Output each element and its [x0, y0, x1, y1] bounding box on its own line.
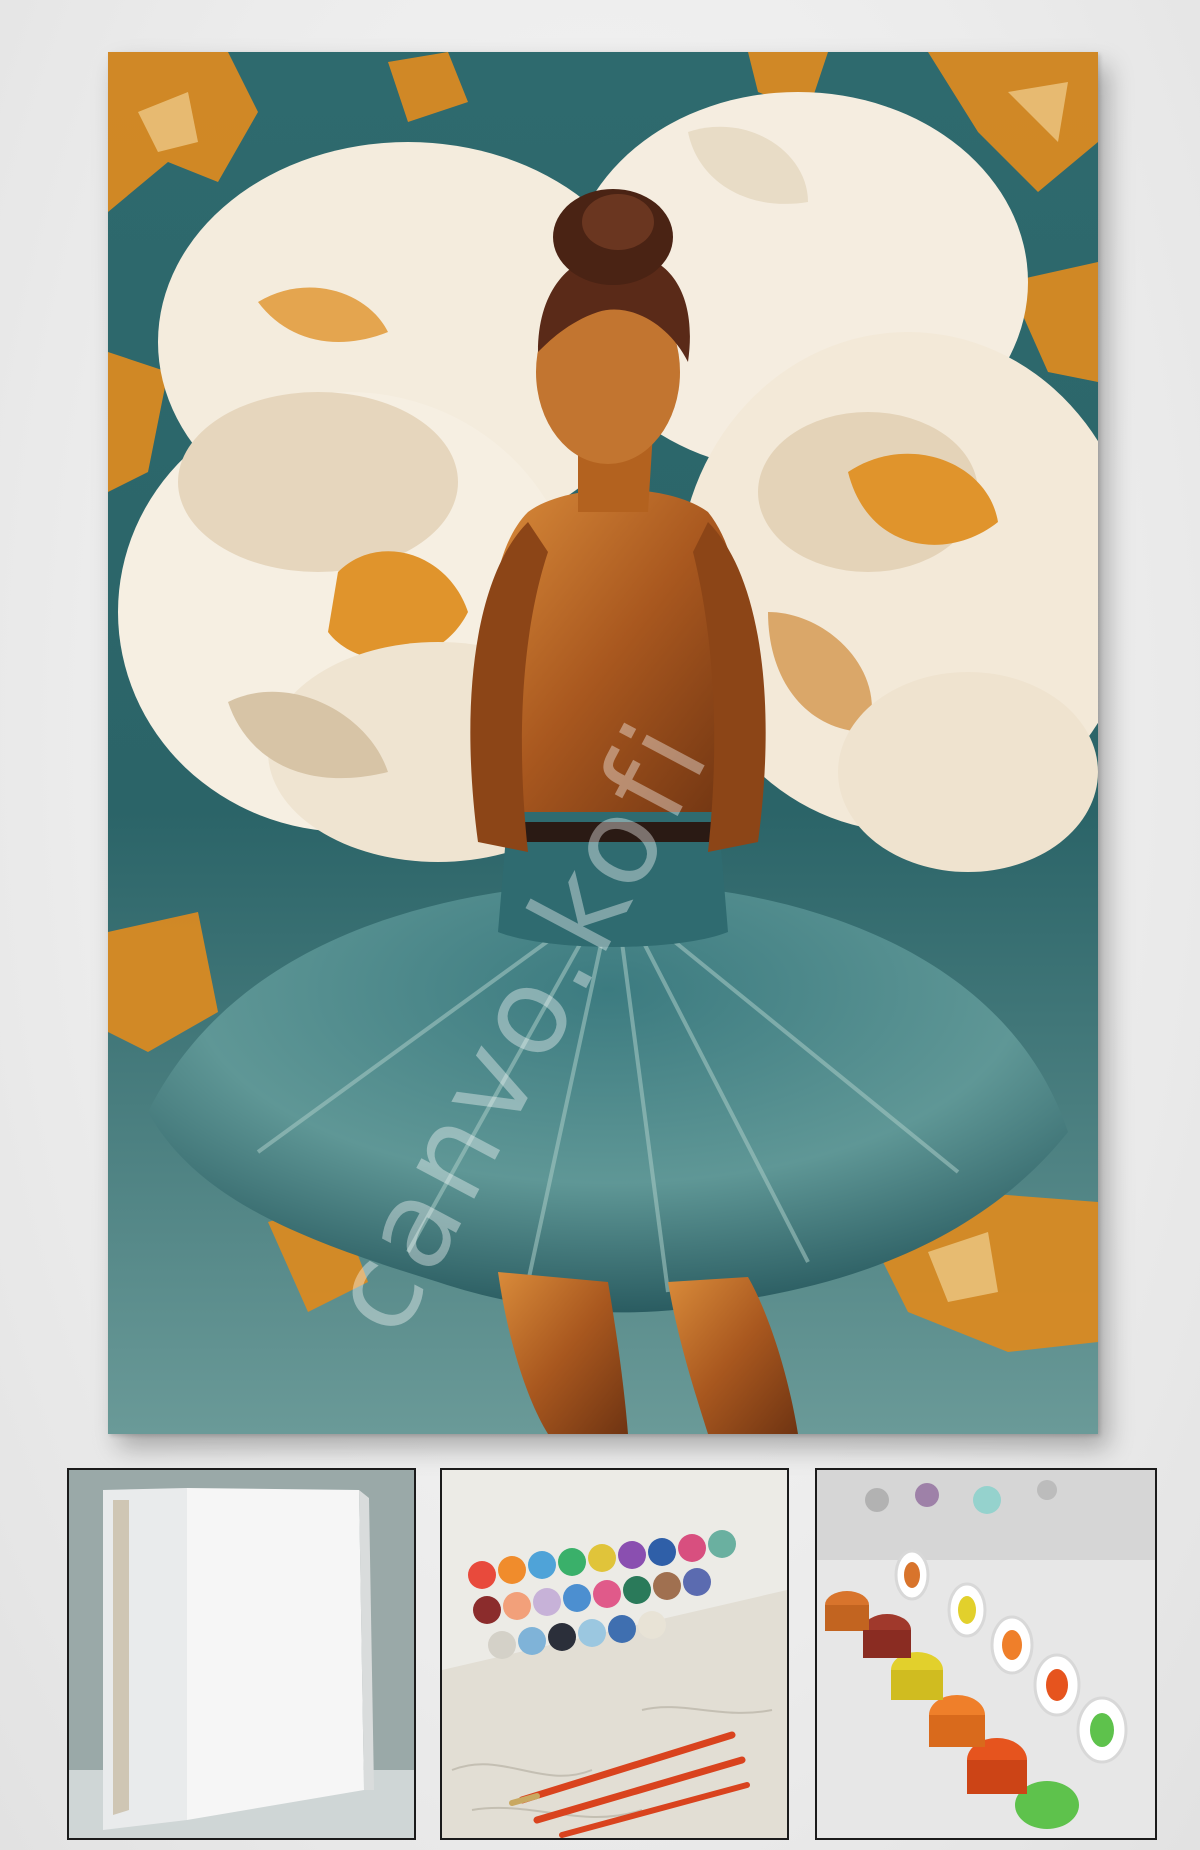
- blank-canvas-image: [69, 1470, 414, 1838]
- main-painting[interactable]: [108, 52, 1098, 1434]
- thumbnail-blank-canvas[interactable]: [67, 1468, 416, 1840]
- open-paint-pots-image: [817, 1470, 1155, 1838]
- paint-kit-image: [442, 1470, 787, 1838]
- thumbnail-open-paint-pots[interactable]: [815, 1468, 1157, 1840]
- ballerina-painting-illustration: [108, 52, 1098, 1434]
- thumbnail-paint-kit[interactable]: [440, 1468, 789, 1840]
